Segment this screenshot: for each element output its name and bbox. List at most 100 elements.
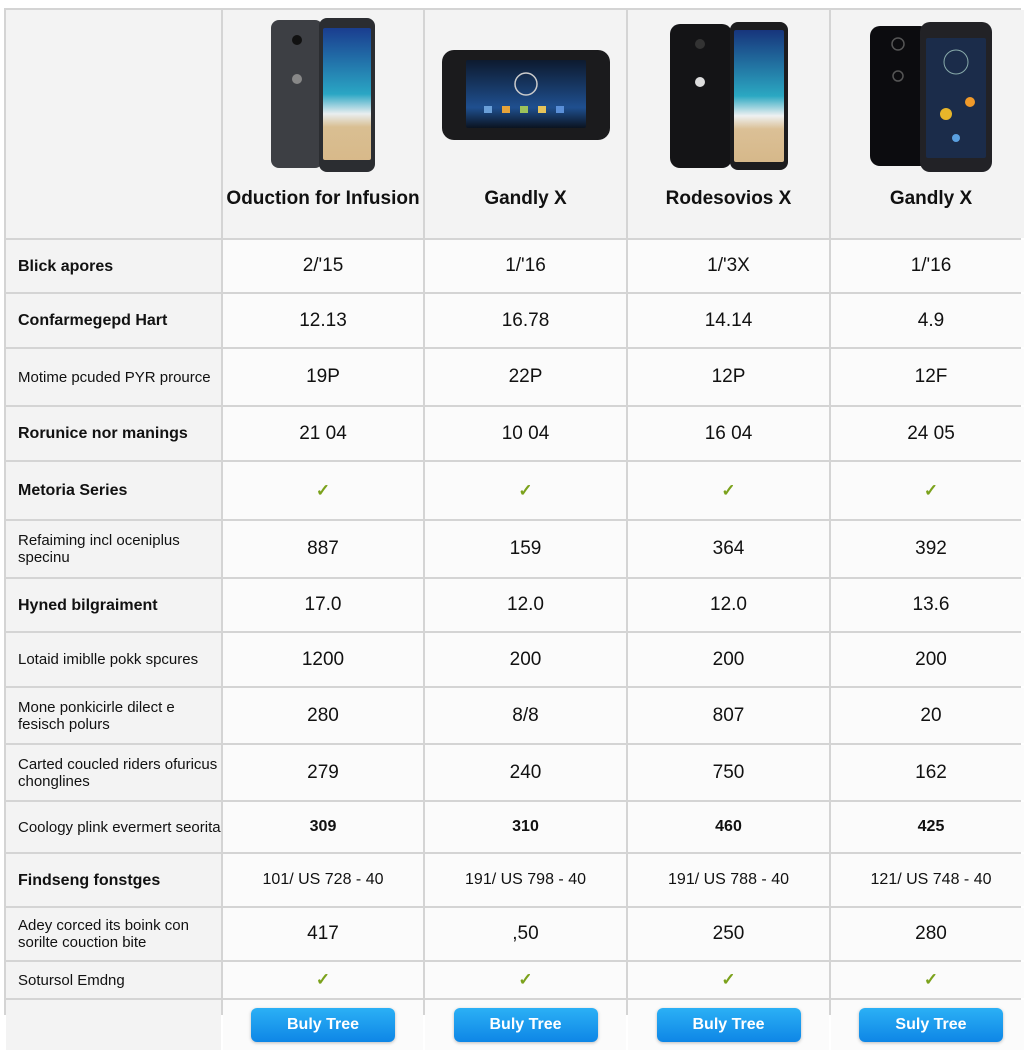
button-row-empty-cell <box>6 1000 221 1050</box>
row-label: Findseng fonstges <box>6 854 221 906</box>
product-header-2: Gandly X <box>425 10 626 238</box>
cell-value: 17.0 <box>304 594 342 615</box>
value-cell: 19P <box>223 349 423 405</box>
cell-value: 1/'16 <box>910 255 952 276</box>
landscape-phone-icon <box>425 14 626 174</box>
value-cell: 20 <box>831 688 1024 743</box>
cell-value: 2/'15 <box>302 255 344 276</box>
row-label: Coology plink evermert seorita <box>6 802 221 852</box>
cell-value: 887 <box>307 538 339 559</box>
cell-value: 19P <box>306 366 340 387</box>
value-cell: 1/'3X <box>628 240 829 292</box>
value-cell: 200 <box>831 633 1024 686</box>
checkmark-icon: ✓ <box>923 480 939 500</box>
buy-button[interactable]: Suly Tree <box>859 1008 1003 1042</box>
buy-button[interactable]: Buly Tree <box>251 1008 395 1042</box>
value-cell: 364 <box>628 521 829 577</box>
cell-value: 162 <box>915 761 947 783</box>
cell-value: 12.0 <box>710 594 747 615</box>
button-cell: Buly Tree <box>628 1000 829 1050</box>
checkmark-icon: ✓ <box>518 970 533 989</box>
row-label: Lotaid imiblle pokk spcures <box>6 633 221 686</box>
row-label: Motime pcuded PYR prource <box>6 349 221 405</box>
cell-value: 20 <box>920 704 942 726</box>
header-empty-cell <box>6 10 221 238</box>
row-label: Blick apores <box>6 240 221 292</box>
cell-value: 392 <box>915 538 947 559</box>
cell-value: 16 04 <box>704 422 753 444</box>
button-cell: Buly Tree <box>223 1000 423 1050</box>
value-cell: 280 <box>223 688 423 743</box>
cell-value: 1/'16 <box>505 255 546 276</box>
cell-value: 4.9 <box>917 309 945 331</box>
value-cell: 121/ US 748 - 40 <box>831 854 1024 906</box>
value-cell: 22P <box>425 349 626 405</box>
value-cell: ,50 <box>425 908 626 960</box>
checkmark-icon: ✓ <box>315 480 331 500</box>
check-cell: ✓ <box>223 962 423 998</box>
cell-value: 1200 <box>301 648 345 670</box>
cell-value: 191/ US 798 - 40 <box>465 871 586 888</box>
phone-pair-gray-icon <box>223 14 423 174</box>
value-cell: 279 <box>223 745 423 800</box>
cell-value: 12.13 <box>299 309 347 331</box>
check-cell: ✓ <box>628 462 829 519</box>
value-cell: 392 <box>831 521 1024 577</box>
value-cell: 12F <box>831 349 1024 405</box>
check-cell: ✓ <box>223 462 423 519</box>
cell-value: 13.6 <box>912 594 950 615</box>
product-name: Gandly X <box>889 188 973 209</box>
cell-value: 14.14 <box>704 309 753 331</box>
value-cell: 460 <box>628 802 829 852</box>
cell-value: 417 <box>307 923 339 944</box>
value-cell: 4.9 <box>831 294 1024 347</box>
value-cell: 200 <box>425 633 626 686</box>
cell-value: 8/8 <box>512 704 539 726</box>
cell-value: 22P <box>508 366 543 387</box>
cell-value: 250 <box>712 923 745 944</box>
value-cell: 250 <box>628 908 829 960</box>
buy-button[interactable]: Buly Tree <box>656 1008 801 1042</box>
value-cell: 417 <box>223 908 423 960</box>
value-cell: 12P <box>628 349 829 405</box>
cell-value: 309 <box>309 818 337 835</box>
value-cell: 12.13 <box>223 294 423 347</box>
check-cell: ✓ <box>628 962 829 998</box>
product-name: Rodesovios X <box>665 188 792 209</box>
cell-value: 12F <box>914 366 948 387</box>
value-cell: 807 <box>628 688 829 743</box>
product-name: Gandly X <box>484 188 567 209</box>
check-cell: ✓ <box>425 462 626 519</box>
row-label: Mone ponkicirle dilect e fesisch polurs <box>6 688 221 743</box>
value-cell: 24 05 <box>831 407 1024 460</box>
buy-button[interactable]: Buly Tree <box>453 1008 598 1042</box>
cell-value: 280 <box>915 923 947 944</box>
cell-value: 121/ US 748 - 40 <box>870 871 992 888</box>
cell-value: 12P <box>711 366 746 387</box>
value-cell: 16.78 <box>425 294 626 347</box>
cell-value: 191/ US 788 - 40 <box>668 871 789 888</box>
value-cell: 1/'16 <box>831 240 1024 292</box>
row-label: Carted coucled riders ofuricus chongline… <box>6 745 221 800</box>
row-label: Confarmegepd Hart <box>6 294 221 347</box>
checkmark-icon: ✓ <box>721 480 736 500</box>
product-header-1: Oduction for Infusion <box>223 10 423 238</box>
comparison-table: Oduction for Infusion Gandly X Rodesovio… <box>4 8 1024 1050</box>
cell-value: 310 <box>512 818 539 835</box>
value-cell: 1/'16 <box>425 240 626 292</box>
product-header-4: Gandly X <box>831 10 1024 238</box>
row-label: Metoria Series <box>6 462 221 519</box>
value-cell: 159 <box>425 521 626 577</box>
cell-value: 101/ US 728 - 40 <box>262 871 384 888</box>
value-cell: 1200 <box>223 633 423 686</box>
value-cell: 21 04 <box>223 407 423 460</box>
button-cell: Buly Tree <box>425 1000 626 1050</box>
value-cell: 17.0 <box>223 579 423 631</box>
value-cell: 310 <box>425 802 626 852</box>
cell-value: 364 <box>712 538 745 559</box>
value-cell: 8/8 <box>425 688 626 743</box>
phone-pair-dark-icon <box>831 14 1024 174</box>
row-label: Hyned bilgraiment <box>6 579 221 631</box>
cell-value: 200 <box>509 648 542 670</box>
value-cell: 280 <box>831 908 1024 960</box>
